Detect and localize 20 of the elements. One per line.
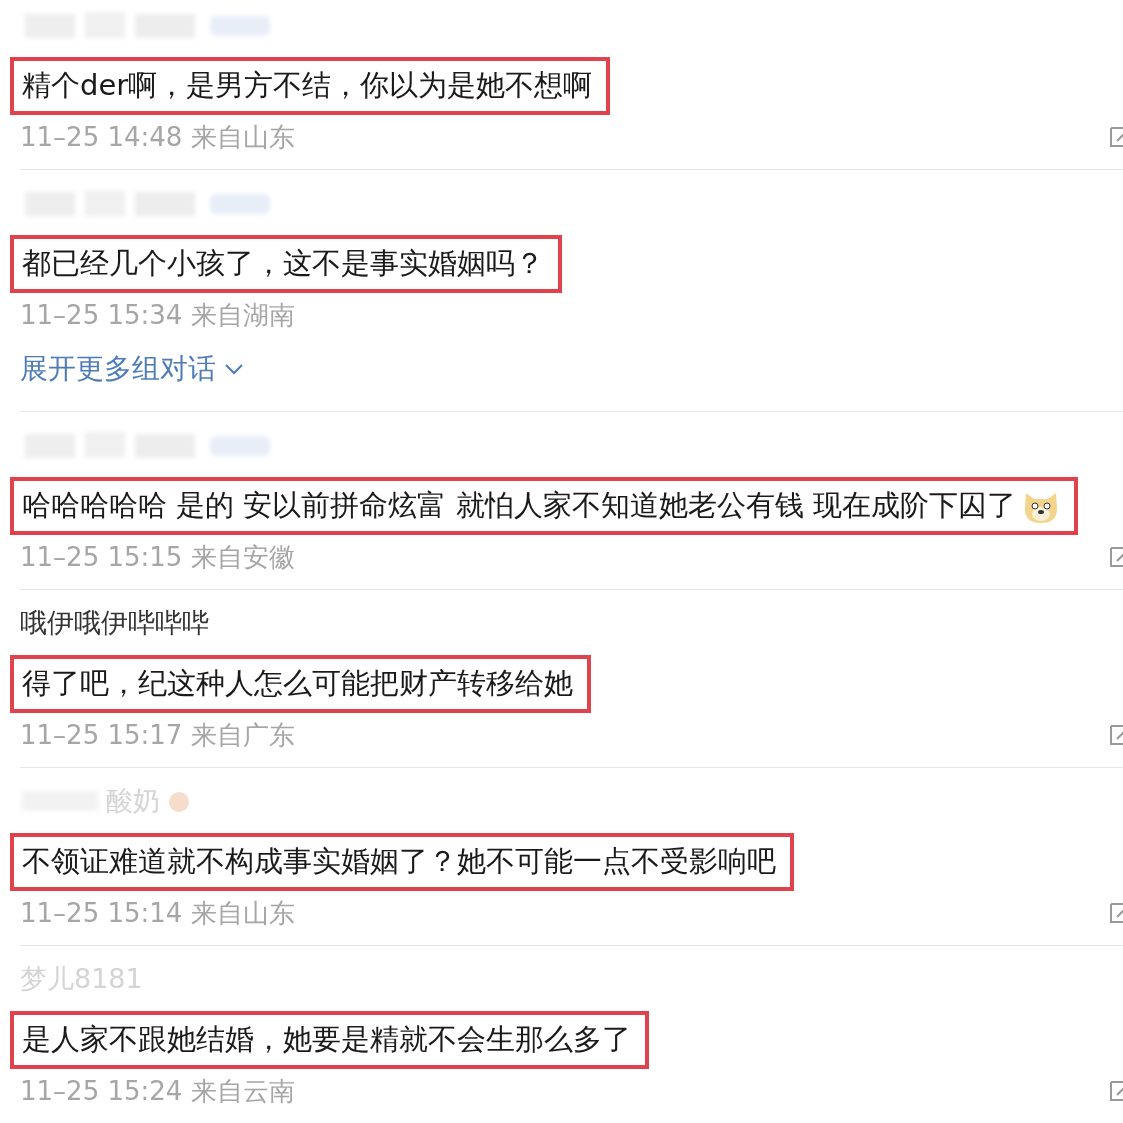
comment-text: 精个der啊，是男方不结，你以为是她不想啊 — [22, 67, 593, 104]
comment-meta: 11–25 15:34 来自湖南 — [20, 298, 295, 332]
comment-meta: 11–25 15:17 来自广东 — [20, 718, 295, 752]
comment-text: 得了吧，纪这种人怎么可能把财产转移给她 — [22, 665, 573, 702]
comment-meta: 11–25 15:15 来自安徽 — [20, 540, 295, 574]
comment-text: 是人家不跟她结婚，她要是精就不会生那么多了 — [22, 1021, 631, 1058]
comment-meta: 11–25 14:48 来自山东 — [20, 120, 295, 154]
comment-meta: 11–25 15:24 来自云南 — [20, 1074, 295, 1108]
comment-text: 不领证难道就不构成事实婚姻了？她不可能一点不受影响吧 — [22, 843, 776, 880]
comment-text: 都已经几个小孩了，这不是事实婚姻吗？ — [22, 245, 544, 282]
expand-link[interactable]: 展开更多组对话 — [20, 337, 244, 401]
edit-icon[interactable] — [1109, 546, 1123, 568]
comment-text: 哈哈哈哈哈 是的 安以前拼命炫富 就怕人家不知道她老公有钱 现在成阶下囚了 — [22, 487, 1016, 524]
chevron-down-icon — [224, 363, 244, 375]
comment-meta: 11–25 15:14 来自山东 — [20, 896, 295, 930]
username: 哦伊哦伊哔哔哔 — [20, 605, 209, 640]
edit-icon[interactable] — [1109, 126, 1123, 148]
edit-icon[interactable] — [1109, 1080, 1123, 1102]
edit-icon[interactable] — [1109, 902, 1123, 924]
edit-icon[interactable] — [1109, 724, 1123, 746]
